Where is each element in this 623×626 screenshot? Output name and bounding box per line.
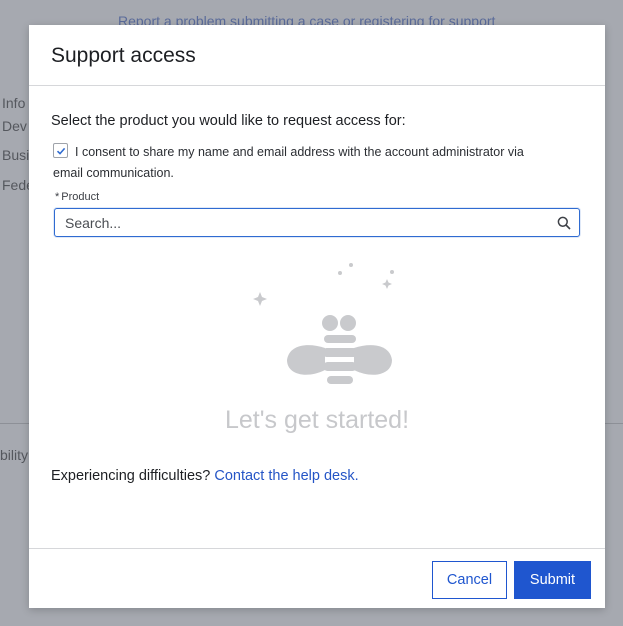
background-side-item: Busi bbox=[2, 147, 30, 163]
dialog-header: Support access bbox=[29, 25, 605, 86]
dialog-footer-divider bbox=[29, 548, 605, 549]
submit-button[interactable]: Submit bbox=[514, 561, 591, 599]
required-marker: * bbox=[55, 191, 60, 203]
product-field-label: * Product bbox=[55, 191, 99, 203]
background-side-item: Info bbox=[2, 95, 26, 111]
help-text: Experiencing difficulties? Contact the h… bbox=[51, 468, 359, 484]
empty-state-message: Let's get started! bbox=[224, 406, 410, 434]
background-side-item: Dev bbox=[2, 118, 27, 134]
help-question: Experiencing difficulties? bbox=[51, 468, 211, 484]
background-side-text: bility bbox=[0, 447, 29, 463]
product-prompt: Select the product you would like to req… bbox=[51, 113, 406, 129]
dialog-title: Support access bbox=[51, 44, 196, 67]
product-label-text: Product bbox=[61, 191, 100, 203]
product-search-field[interactable] bbox=[54, 208, 580, 237]
support-access-dialog: Support access Select the product you wo… bbox=[29, 25, 605, 608]
consent-label: I consent to share my name and email add… bbox=[53, 145, 524, 180]
contact-help-desk-link[interactable]: Contact the help desk. bbox=[214, 468, 358, 484]
cancel-button[interactable]: Cancel bbox=[432, 561, 507, 599]
product-search-input[interactable] bbox=[65, 209, 545, 236]
search-icon[interactable] bbox=[557, 216, 571, 230]
bee-icon bbox=[253, 263, 394, 384]
